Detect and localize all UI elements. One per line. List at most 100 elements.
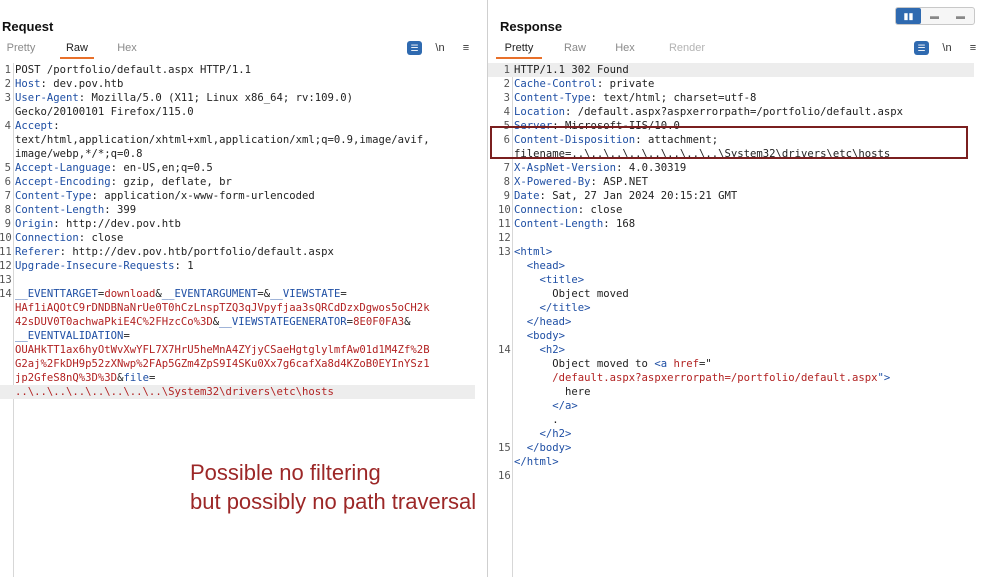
response-tab-hex[interactable]: Hex bbox=[610, 40, 640, 57]
request-code-line: 9 Origin: http://dev.pov.htb bbox=[0, 217, 475, 231]
request-tab-raw[interactable]: Raw bbox=[60, 40, 94, 59]
request-token: 8E0F0FA3 bbox=[353, 316, 405, 328]
request-token: Gecko/20100101 Firefox/115.0 bbox=[15, 106, 194, 118]
response-code-line: </html> bbox=[488, 455, 974, 469]
request-token: Accept bbox=[15, 120, 54, 132]
request-title: Request bbox=[2, 19, 54, 34]
wrap-lines-icon[interactable]: ☰ bbox=[914, 41, 929, 55]
response-line-text: <title> bbox=[514, 273, 585, 287]
response-token: <head> bbox=[514, 260, 566, 272]
response-tab-pretty[interactable]: Pretty bbox=[496, 40, 542, 59]
request-line-text: Host: dev.pov.htb bbox=[15, 77, 123, 91]
response-code-line: </h2> bbox=[488, 427, 974, 441]
request-token: POST /portfolio/default.aspx HTTP/1.1 bbox=[15, 64, 251, 76]
request-tab-hex[interactable]: Hex bbox=[112, 40, 142, 57]
request-token: = bbox=[148, 372, 156, 384]
response-token: /default.aspx?aspxerrorpath=/portfolio/d… bbox=[514, 372, 878, 384]
request-token: : dev.pov.htb bbox=[40, 78, 124, 90]
request-line-text: Accept: bbox=[15, 119, 60, 133]
response-token: <h2> bbox=[514, 344, 566, 356]
response-title: Response bbox=[500, 19, 563, 34]
response-line-number: 10 bbox=[498, 204, 511, 216]
request-line-text: User-Agent: Mozilla/5.0 (X11; Linux x86_… bbox=[15, 91, 353, 105]
response-code-line: Object moved bbox=[488, 287, 974, 301]
menu-icon[interactable]: ≡ bbox=[457, 40, 475, 57]
response-line-number: 12 bbox=[498, 232, 511, 244]
response-token: </h2> bbox=[514, 428, 572, 440]
response-token: : 4.0.30319 bbox=[616, 162, 687, 174]
request-line-text: Content-Length: 399 bbox=[15, 203, 136, 217]
response-line-text: . bbox=[514, 413, 558, 427]
response-code-line: 12 bbox=[488, 231, 974, 245]
response-line-text: X-AspNet-Version: 4.0.30319 bbox=[514, 161, 686, 175]
request-token: ..\..\..\..\..\..\..\..\System32\drivers… bbox=[15, 386, 334, 398]
request-tab-pretty[interactable]: Pretty bbox=[2, 40, 40, 57]
response-tab-raw[interactable]: Raw bbox=[560, 40, 590, 57]
request-code-line: 6 Accept-Encoding: gzip, deflate, br bbox=[0, 175, 475, 189]
request-token: : 1 bbox=[174, 260, 194, 272]
response-token: <body> bbox=[514, 330, 566, 342]
request-token: G2aj%2FkDH9p52zXNwp%2FAp5GZm4ZpS9I4SKu0X… bbox=[15, 358, 430, 370]
layout-view-toggle[interactable]: ▮▮ ▬ ▬ bbox=[895, 7, 975, 25]
response-line-text: Cache-Control: private bbox=[514, 77, 654, 91]
request-token: : Mozilla/5.0 (X11; Linux x86_64; rv:109… bbox=[78, 92, 354, 104]
request-token: __VIEWSTATE bbox=[270, 288, 341, 300]
request-line-text: Referer: http://dev.pov.htb/portfolio/de… bbox=[15, 245, 334, 259]
request-code-line: OUAHkTT1ax6hyOtWvXwYFL7X7HrU5heMnA4ZYjyC… bbox=[0, 343, 475, 357]
request-token: HAf1iAQOtC9rDNDBNaNrUe0T0hCzLnspTZQ3qJVp… bbox=[15, 302, 430, 314]
response-token: here bbox=[514, 386, 591, 398]
response-token: Location bbox=[514, 106, 566, 118]
request-token: Origin bbox=[15, 218, 54, 230]
response-token: : Sat, 27 Jan 2024 20:15:21 GMT bbox=[539, 190, 738, 202]
response-code-line: 3 Content-Type: text/html; charset=utf-8 bbox=[488, 91, 974, 105]
response-token: : /default.aspx?aspxerrorpath=/portfolio… bbox=[565, 106, 904, 118]
tabs-layout-icon[interactable]: ▬ bbox=[948, 8, 973, 24]
request-line-text: OUAHkTT1ax6hyOtWvXwYFL7X7HrU5heMnA4ZYjyC… bbox=[15, 343, 430, 357]
request-token: text/html,application/xhtml+xml,applicat… bbox=[15, 134, 430, 146]
response-token: Cache-Control bbox=[514, 78, 597, 90]
request-editor-tools: ☰ \n ≡ bbox=[407, 40, 477, 57]
request-token: Host bbox=[15, 78, 41, 90]
response-code-line: 8 X-Powered-By: ASP.NET bbox=[488, 175, 974, 189]
request-line-number: 11 bbox=[0, 246, 12, 258]
response-line-text: </body> bbox=[514, 441, 572, 455]
response-line-text: <html> bbox=[514, 245, 552, 259]
request-line-number: 3 bbox=[4, 92, 11, 104]
response-code-line: <body> bbox=[488, 329, 974, 343]
response-line-number: 11 bbox=[498, 218, 511, 230]
response-line-text: </h2> bbox=[514, 427, 572, 441]
response-tab-render[interactable]: Render bbox=[666, 40, 708, 57]
newline-toggle-icon[interactable]: \n bbox=[938, 40, 956, 57]
request-token: download bbox=[104, 288, 156, 300]
response-code-line: 4 Location: /default.aspx?aspxerrorpath=/… bbox=[488, 105, 974, 119]
split-rows-icon[interactable]: ▬ bbox=[922, 8, 947, 24]
request-code-line: jp2GfeS8nQ%3D%3D&file= bbox=[0, 371, 475, 385]
request-token: : 399 bbox=[104, 204, 137, 216]
response-token: </body> bbox=[514, 442, 572, 454]
newline-toggle-icon[interactable]: \n bbox=[431, 40, 449, 57]
request-code-line: text/html,application/xhtml+xml,applicat… bbox=[0, 133, 475, 147]
response-token: Object moved to bbox=[514, 358, 655, 370]
request-line-number: 10 bbox=[0, 232, 12, 244]
response-line-text: Content-Length: 168 bbox=[514, 217, 635, 231]
request-code-line: 2 Host: dev.pov.htb bbox=[0, 77, 475, 91]
menu-icon[interactable]: ≡ bbox=[964, 40, 982, 57]
request-code-line: 7 Content-Type: application/x-www-form-ur… bbox=[0, 189, 475, 203]
request-code-line: 4 Accept: bbox=[0, 119, 475, 133]
request-code-line: 11 Referer: http://dev.pov.htb/portfolio/… bbox=[0, 245, 475, 259]
request-line-number: 13 bbox=[0, 274, 12, 286]
response-code-line: 10 Connection: close bbox=[488, 203, 974, 217]
request-code-line: 13 bbox=[0, 273, 475, 287]
split-columns-icon[interactable]: ▮▮ bbox=[896, 8, 921, 24]
response-code-line: 14 <h2> bbox=[488, 343, 974, 357]
wrap-lines-icon[interactable]: ☰ bbox=[407, 41, 422, 55]
request-line-number: 1 bbox=[4, 64, 11, 76]
request-line-number: 14 bbox=[0, 288, 12, 300]
response-token: </a> bbox=[514, 400, 578, 412]
response-token: X-AspNet-Version bbox=[514, 162, 617, 174]
request-line-number: 9 bbox=[4, 218, 11, 230]
annotation-line-1: Possible no filtering bbox=[190, 460, 381, 485]
request-line-text: G2aj%2FkDH9p52zXNwp%2FAp5GZm4ZpS9I4SKu0X… bbox=[15, 357, 430, 371]
request-line-number: 6 bbox=[4, 176, 11, 188]
response-code-line: 7 X-AspNet-Version: 4.0.30319 bbox=[488, 161, 974, 175]
